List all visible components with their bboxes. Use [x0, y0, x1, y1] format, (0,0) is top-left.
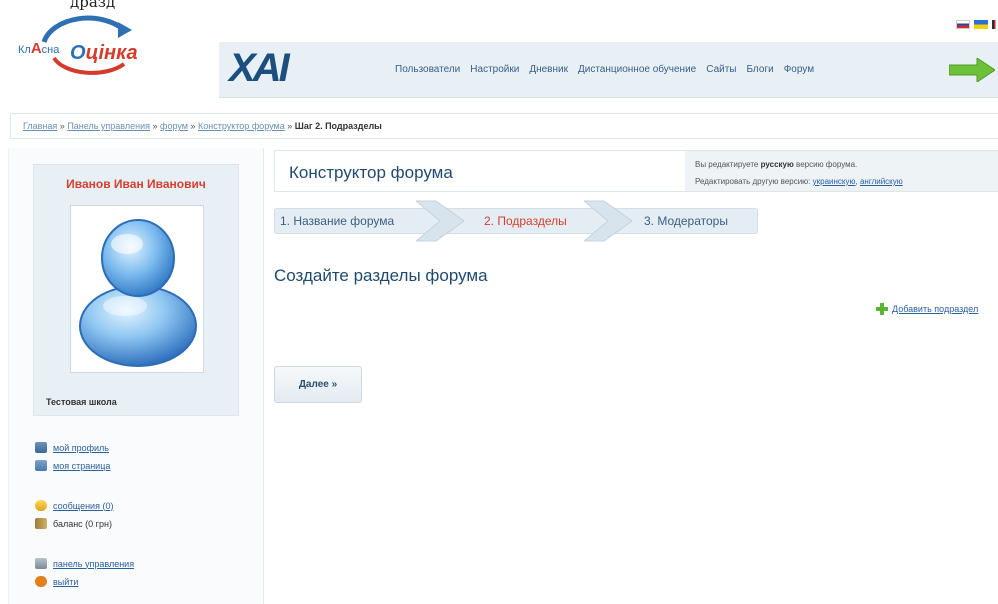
khai-logo[interactable]: ХАІ: [229, 46, 290, 91]
sidebar-item-label[interactable]: выйти: [53, 577, 78, 587]
messages-icon: [35, 500, 47, 511]
sidebar-item-control-panel[interactable]: панель управления: [35, 558, 134, 569]
next-button[interactable]: Далее »: [274, 366, 362, 403]
sidebar-item-messages[interactable]: сообщения (0): [35, 500, 113, 511]
control-panel-icon: [35, 558, 47, 569]
nav-users[interactable]: Пользователи: [395, 64, 460, 75]
avatar[interactable]: [70, 205, 204, 373]
green-arrow-right-icon[interactable]: [949, 58, 995, 82]
nav-sites[interactable]: Сайты: [706, 64, 736, 75]
breadcrumb-control-panel[interactable]: Панель управления: [67, 121, 150, 131]
breadcrumb-home[interactable]: Главная: [23, 121, 57, 131]
main-nav: Пользователи Настройки Дневник Дистанцио…: [395, 64, 814, 75]
breadcrumb: Главная » Панель управления » форум » Ко…: [10, 113, 998, 139]
step-arrow-icon: [584, 200, 633, 242]
nav-blogs[interactable]: Блоги: [746, 64, 773, 75]
step-1[interactable]: 1. Название форума: [280, 214, 394, 228]
nav-forum[interactable]: Форум: [784, 64, 814, 75]
logo-text-kl: Кл: [18, 44, 31, 56]
breadcrumb-forum[interactable]: форум: [160, 121, 188, 131]
other-version-label: Редактировать другую версию:: [695, 177, 811, 186]
nav-settings[interactable]: Настройки: [470, 64, 519, 75]
sidebar-item-label: баланс (0 грн): [53, 518, 112, 529]
breadcrumb-separator: »: [190, 121, 196, 131]
flag-en-icon[interactable]: [992, 20, 998, 29]
nav-distance-learning[interactable]: Дистанционное обучение: [578, 64, 696, 75]
add-subsection-link[interactable]: Добавить подраздел: [876, 303, 978, 315]
sidebar-item-my-profile[interactable]: мой профиль: [35, 442, 109, 453]
breadcrumb-forum-constructor[interactable]: Конструктор форума: [198, 121, 285, 131]
breadcrumb-current: Шаг 2. Подразделы: [294, 121, 382, 131]
sidebar-item-balance: баланс (0 грн): [35, 518, 112, 529]
edit-ukrainian-link[interactable]: украинскую: [813, 177, 856, 186]
sidebar-item-my-page[interactable]: моя страница: [35, 460, 110, 471]
top-text-fragment: дразд: [70, 0, 116, 11]
plus-icon: [876, 303, 888, 315]
add-subsection-label[interactable]: Добавить подраздел: [892, 304, 978, 314]
step-3[interactable]: 3. Модераторы: [644, 214, 728, 228]
step-arrow-icon: [416, 200, 465, 242]
breadcrumb-separator: »: [152, 121, 158, 131]
sidebar-item-label[interactable]: панель управления: [53, 559, 134, 569]
left-sidebar: Иванов Иван Иванович Тестовая школа мой …: [8, 148, 264, 604]
version-info: Вы редактируете русскую версию форума. Р…: [685, 151, 998, 191]
breadcrumb-separator: »: [287, 121, 293, 131]
school-name: Тестовая школа: [46, 397, 117, 407]
nav-diary[interactable]: Дневник: [529, 64, 568, 75]
version-info-text: Вы редактируете: [695, 160, 759, 169]
wizard-steps: 1. Название форума 2. Подразделы 3. Моде…: [274, 200, 758, 242]
flag-ru-icon[interactable]: [956, 20, 970, 29]
breadcrumb-separator: »: [59, 121, 65, 131]
current-version-label: русскую: [760, 160, 794, 169]
logo-text-a: А: [30, 40, 42, 57]
klasna-otsinka-logo[interactable]: КлАсна Оцінка: [14, 12, 164, 82]
sidebar-item-label[interactable]: сообщения (0): [53, 501, 113, 511]
constructor-header: Конструктор форума Вы редактируете русск…: [274, 150, 998, 192]
flag-ua-icon[interactable]: [974, 20, 988, 29]
logo-text-tsinka: цінка: [85, 42, 138, 64]
page-title: Конструктор форума: [289, 163, 453, 182]
sidebar-item-label[interactable]: мой профиль: [53, 443, 109, 453]
profile-card-icon: [35, 442, 47, 453]
section-heading: Создайте разделы форума: [274, 266, 488, 285]
sidebar-item-label[interactable]: моя страница: [53, 461, 110, 471]
logo-text-o: О: [70, 42, 86, 64]
default-user-avatar-icon: [79, 219, 197, 367]
logo-text-sna: сна: [41, 44, 60, 56]
balance-icon: [35, 518, 47, 529]
sidebar-item-logout[interactable]: выйти: [35, 576, 78, 587]
edit-english-link[interactable]: английскую: [860, 177, 903, 186]
version-info-text: версию форума.: [796, 160, 858, 169]
top-navigation-bar: ХАІ Пользователи Настройки Дневник Диста…: [219, 42, 998, 98]
profile-name: Иванов Иван Иванович: [66, 177, 206, 191]
logout-icon: [35, 576, 47, 587]
page-icon: [35, 460, 47, 471]
language-flags: [956, 20, 998, 29]
profile-card: Иванов Иван Иванович Тестовая школа: [33, 164, 239, 416]
step-2[interactable]: 2. Подразделы: [484, 214, 567, 228]
